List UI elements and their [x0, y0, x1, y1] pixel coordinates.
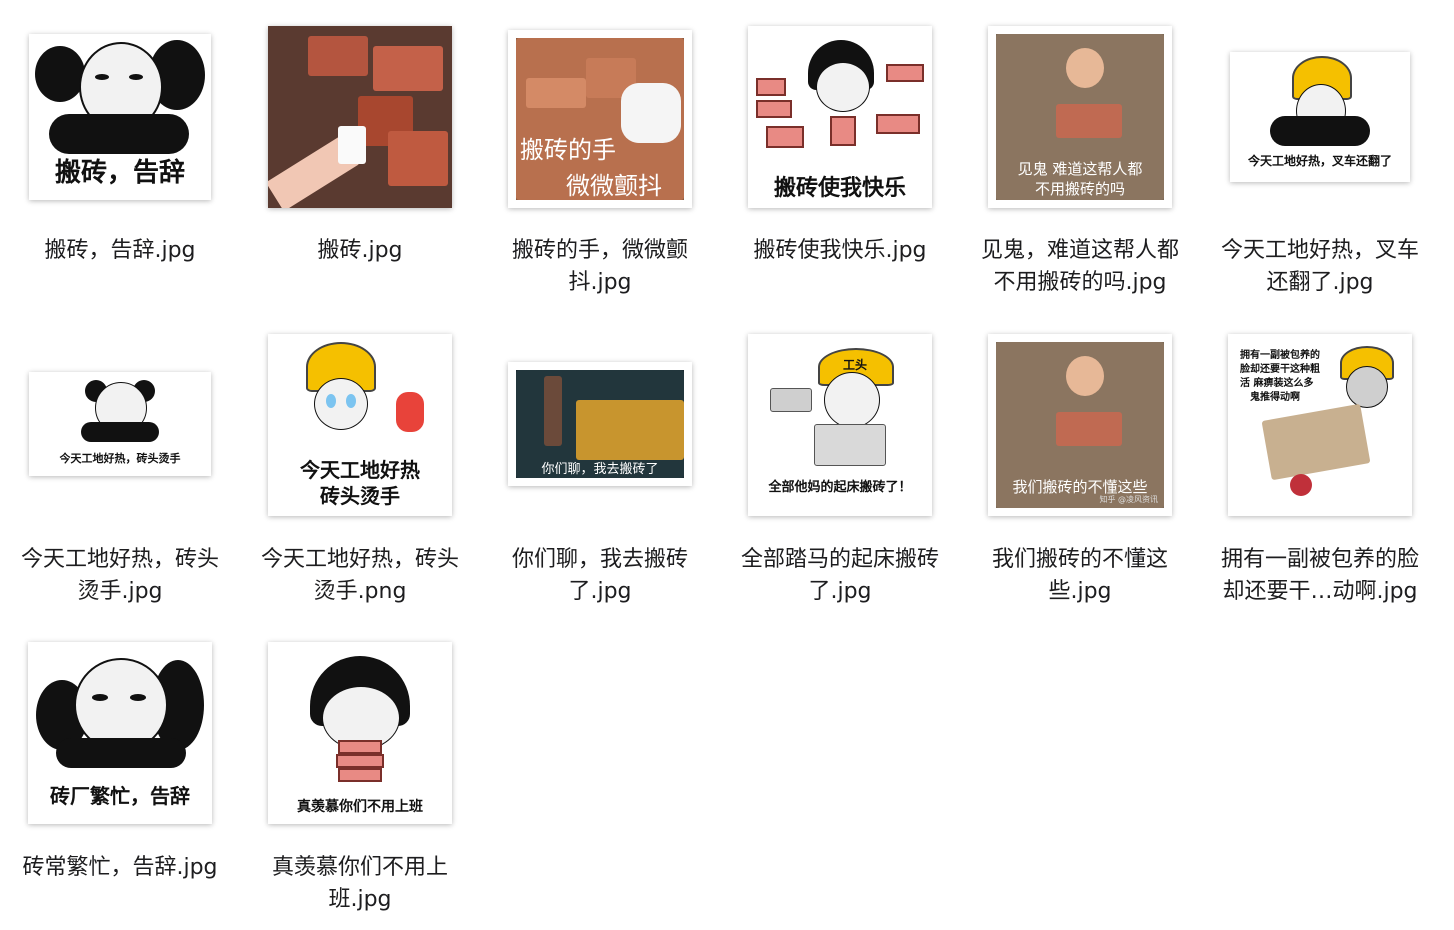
file-name[interactable]: 搬砖的手，微微颤 抖.jpg [485, 235, 715, 299]
thumbnail[interactable]: 今天工地好热，叉车还翻了 [1230, 52, 1410, 182]
thumbnail[interactable]: 我们搬砖的不懂这些 知乎 @凌风资讯 [988, 334, 1172, 516]
thumbnail[interactable]: 真羡慕你们不用上班 [268, 642, 452, 824]
file-name[interactable]: 砖常繁忙，告辞.jpg [5, 852, 235, 884]
file-name[interactable]: 搬砖.jpg [245, 235, 475, 267]
thumbnail[interactable]: 拥有一副被包养的 脸却还要干这种粗 活 麻痹装这么多 鬼推得动啊 [1228, 334, 1412, 516]
file-name[interactable]: 今天工地好热，叉车 还翻了.jpg [1205, 235, 1435, 299]
thumbnail[interactable]: 砖厂繁忙，告辞 [28, 642, 212, 824]
file-name[interactable]: 全部踏马的起床搬砖 了.jpg [725, 544, 955, 608]
thumbnail[interactable]: 你们聊，我去搬砖了 [508, 362, 692, 486]
file-name[interactable]: 今天工地好热，砖头 烫手.png [245, 544, 475, 608]
file-name[interactable]: 我们搬砖的不懂这 些.jpg [965, 544, 1195, 608]
thumbnail[interactable]: 搬砖使我快乐 [748, 26, 932, 208]
file-name[interactable]: 你们聊，我去搬砖 了.jpg [485, 544, 715, 608]
file-name[interactable]: 搬砖使我快乐.jpg [725, 235, 955, 267]
meme-caption: 搬砖使我快乐 [773, 176, 906, 201]
hand-icon [396, 392, 424, 432]
thumbnail[interactable]: 工头 全部他妈的起床搬砖了！ [748, 334, 932, 516]
meme-caption: 今天工地好热 [300, 458, 420, 482]
thumbnail[interactable]: 见鬼 难道这帮人都 不用搬砖的吗 [988, 26, 1172, 208]
file-name[interactable]: 拥有一副被包养的脸 却还要干…动啊.jpg [1205, 544, 1435, 608]
thumbnail[interactable]: 今天工地好热 砖头烫手 [268, 334, 452, 516]
meme-caption: 今天工地好热，砖头烫手 [59, 452, 181, 465]
meme-caption: 全部他妈的起床搬砖了！ [768, 480, 912, 495]
meme-caption: 搬砖，告辞 [54, 158, 185, 188]
file-name[interactable]: 今天工地好热，砖头 烫手.jpg [5, 544, 235, 608]
file-grid: 搬砖，告辞 搬砖，告辞.jpg 搬砖.jpg 搬砖的手 微微颤抖 搬砖的手，微微… [0, 0, 1454, 930]
thumbnail[interactable] [268, 26, 452, 208]
meme-caption: 砖头烫手 [320, 484, 400, 508]
meme-caption: 砖厂繁忙，告辞 [50, 784, 190, 808]
hardhat-label: 工头 [842, 358, 867, 372]
meme-caption: 你们聊，我去搬砖了 [541, 462, 659, 477]
meme-caption: 真羡慕你们不用上班 [297, 799, 423, 815]
meme-caption: 不用搬砖的吗 [1034, 180, 1125, 198]
wheel-icon [1290, 474, 1312, 496]
meme-caption: 微微颤抖 [566, 172, 662, 200]
meme-caption: 搬砖的手 [520, 136, 616, 164]
file-name[interactable]: 真羡慕你们不用上 班.jpg [245, 852, 475, 916]
file-name[interactable]: 见鬼，难道这帮人都 不用搬砖的吗.jpg [965, 235, 1195, 299]
megaphone-icon [770, 388, 812, 412]
thumbnail[interactable]: 今天工地好热，砖头烫手 [29, 372, 211, 476]
thumbnail[interactable]: 搬砖，告辞 [29, 34, 211, 200]
meme-caption: 见鬼 难道这帮人都 [1017, 160, 1143, 178]
watermark: 知乎 @凌风资讯 [1099, 495, 1158, 504]
file-name[interactable]: 搬砖，告辞.jpg [5, 235, 235, 267]
meme-caption: 今天工地好热，叉车还翻了 [1247, 154, 1392, 168]
thumbnail[interactable]: 搬砖的手 微微颤抖 [508, 30, 692, 208]
